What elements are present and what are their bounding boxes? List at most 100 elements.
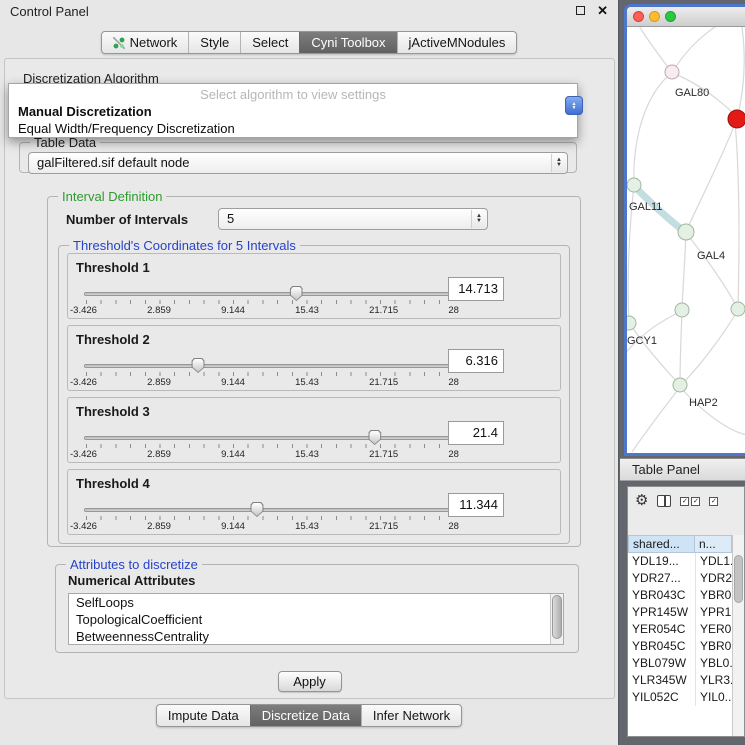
combo-stepper-icon[interactable]: ▲ ▼ (551, 154, 566, 172)
node-label: GCY1 (627, 335, 657, 347)
table-data-combobox[interactable]: galFiltered.sif default node ▲ ▼ (28, 152, 568, 174)
scale-tick-label: 28 (448, 449, 459, 460)
attributes-scrollbar[interactable] (550, 594, 563, 644)
numerical-attributes-list[interactable]: SelfLoopsTopologicalCoefficientBetweenne… (68, 593, 564, 645)
network-node[interactable] (665, 65, 679, 79)
slider-track[interactable] (84, 436, 452, 440)
tab-select[interactable]: Select (240, 32, 299, 53)
scale-tick-label: 21.715 (369, 377, 398, 388)
table-cell[interactable]: YER0... (695, 621, 732, 638)
network-node[interactable] (627, 316, 636, 330)
table-row[interactable]: YLR345WYLR3... (628, 672, 732, 689)
column-header[interactable]: shared... (628, 535, 695, 553)
tab-infer-network[interactable]: Infer Network (361, 705, 461, 726)
threshold-label: Threshold 3 (76, 404, 150, 419)
bottom-tab-bar: Impute DataDiscretize Data Infer Network (0, 704, 618, 727)
slider-thumb[interactable] (192, 358, 205, 373)
table-cell[interactable]: YBR0... (695, 638, 732, 655)
table-cell[interactable]: YER054C (628, 621, 695, 638)
table-scrollbar[interactable] (732, 535, 744, 736)
network-node[interactable] (627, 178, 641, 192)
table-cell[interactable]: YDL19... (628, 553, 695, 570)
table-row[interactable]: YIL052CYIL0... (628, 689, 732, 706)
table-cell[interactable]: YBL0... (695, 655, 732, 672)
threshold-slider[interactable]: -3.4262.8599.14415.4321.71528 (84, 502, 452, 536)
slider-thumb[interactable] (250, 502, 263, 517)
slider-track[interactable] (84, 364, 452, 368)
checkbox-icon: ✓ (691, 497, 700, 506)
table-cell[interactable]: YLR345W (628, 672, 695, 689)
table-row[interactable]: YPR145WYPR1... (628, 604, 732, 621)
mac-minimize-icon[interactable] (649, 11, 660, 22)
table-cell[interactable]: YIL0... (695, 689, 732, 706)
network-node[interactable] (675, 303, 689, 317)
table-cell[interactable]: YDR27... (628, 570, 695, 587)
slider-track[interactable] (84, 508, 452, 512)
slider-thumb[interactable] (368, 430, 381, 445)
column-header[interactable]: n... (695, 535, 732, 553)
slider-thumb-face (291, 287, 302, 300)
threshold-slider[interactable]: -3.4262.8599.14415.4321.71528 (84, 286, 452, 320)
network-node[interactable] (678, 224, 694, 240)
table-row[interactable]: YER054CYER0... (628, 621, 732, 638)
slider-ticks (86, 516, 450, 520)
attributes-scrollbar-thumb[interactable] (552, 595, 562, 639)
combo-stepper-icon[interactable]: ▲ ▼ (471, 210, 486, 228)
algorithm-combo-stepper[interactable]: ▲ ▼ (565, 96, 583, 115)
checkbox-icon[interactable]: ✓ (709, 497, 718, 506)
table-cell[interactable]: YBR045C (628, 638, 695, 655)
close-icon[interactable]: ✕ (597, 5, 608, 16)
columns-icon[interactable] (657, 495, 671, 507)
table-scrollbar-thumb[interactable] (734, 555, 743, 603)
slider-thumb[interactable] (290, 286, 303, 301)
threshold-value-field[interactable]: 11.344 (448, 493, 504, 517)
attribute-list-item[interactable]: TopologicalCoefficient (69, 611, 563, 628)
apply-button[interactable]: Apply (278, 671, 342, 692)
mac-close-icon[interactable] (633, 11, 644, 22)
tab-style[interactable]: Style (188, 32, 240, 53)
table-cell[interactable]: YPR145W (628, 604, 695, 621)
threshold-slider[interactable]: -3.4262.8599.14415.4321.71528 (84, 358, 452, 392)
network-node[interactable] (673, 378, 687, 392)
mac-zoom-icon[interactable] (665, 11, 676, 22)
threshold-slider[interactable]: -3.4262.8599.14415.4321.71528 (84, 430, 452, 464)
tab-impute-data[interactable]: Impute Data (157, 705, 250, 726)
number-of-intervals-combobox[interactable]: 5 ▲ ▼ (218, 208, 488, 230)
threshold-value-field[interactable]: 21.4 (448, 421, 504, 445)
table-row[interactable]: YDL19...YDL1... (628, 553, 732, 570)
algorithm-option[interactable]: Manual Discretization (9, 103, 577, 120)
table-cell[interactable]: YDL1... (695, 553, 732, 570)
network-canvas[interactable]: GAL80 GAL11 GAL4 GCY1 HAP2 (627, 27, 745, 453)
threshold-value-field[interactable]: 14.713 (448, 277, 504, 301)
table-cell[interactable]: YDR2... (695, 570, 732, 587)
gear-icon[interactable]: ⚙ (635, 493, 648, 509)
table-row[interactable]: YDR27...YDR2... (628, 570, 732, 587)
slider-track[interactable] (84, 292, 452, 296)
threshold-value-field[interactable]: 6.316 (448, 349, 504, 373)
table-cell[interactable]: YBR0... (695, 587, 732, 604)
attribute-list-item[interactable]: BetweennessCentrality (69, 628, 563, 645)
tab-cyni-toolbox[interactable]: Cyni Toolbox (299, 32, 396, 53)
float-window-icon[interactable] (576, 6, 585, 15)
stepper-down-icon: ▼ (572, 106, 577, 110)
algorithm-option[interactable]: Equal Width/Frequency Discretization (9, 120, 577, 137)
select-all-icon[interactable]: ✓ ✓ (680, 497, 700, 506)
network-node-highlighted[interactable] (728, 110, 745, 128)
threshold-label: Threshold 2 (76, 332, 150, 347)
table-cell[interactable]: YIL052C (628, 689, 695, 706)
table-cell[interactable]: YPR1... (695, 604, 732, 621)
node-label: GAL4 (697, 250, 725, 262)
table-cell[interactable]: YBL079W (628, 655, 695, 672)
tab-network[interactable]: Network (102, 32, 189, 53)
table-row[interactable]: YBR043CYBR0... (628, 587, 732, 604)
attribute-list-item[interactable]: SelfLoops (69, 594, 563, 611)
table-cell[interactable]: YBR043C (628, 587, 695, 604)
tab-label: Infer Network (373, 705, 450, 726)
table-cell[interactable]: YLR3... (695, 672, 732, 689)
table-row[interactable]: YBL079WYBL0... (628, 655, 732, 672)
tab-jactivemnodules[interactable]: jActiveMNodules (397, 32, 517, 53)
network-node[interactable] (731, 302, 745, 316)
scale-tick-label: 2.859 (147, 377, 171, 388)
table-row[interactable]: YBR045CYBR0... (628, 638, 732, 655)
tab-discretize-data[interactable]: Discretize Data (250, 705, 361, 726)
